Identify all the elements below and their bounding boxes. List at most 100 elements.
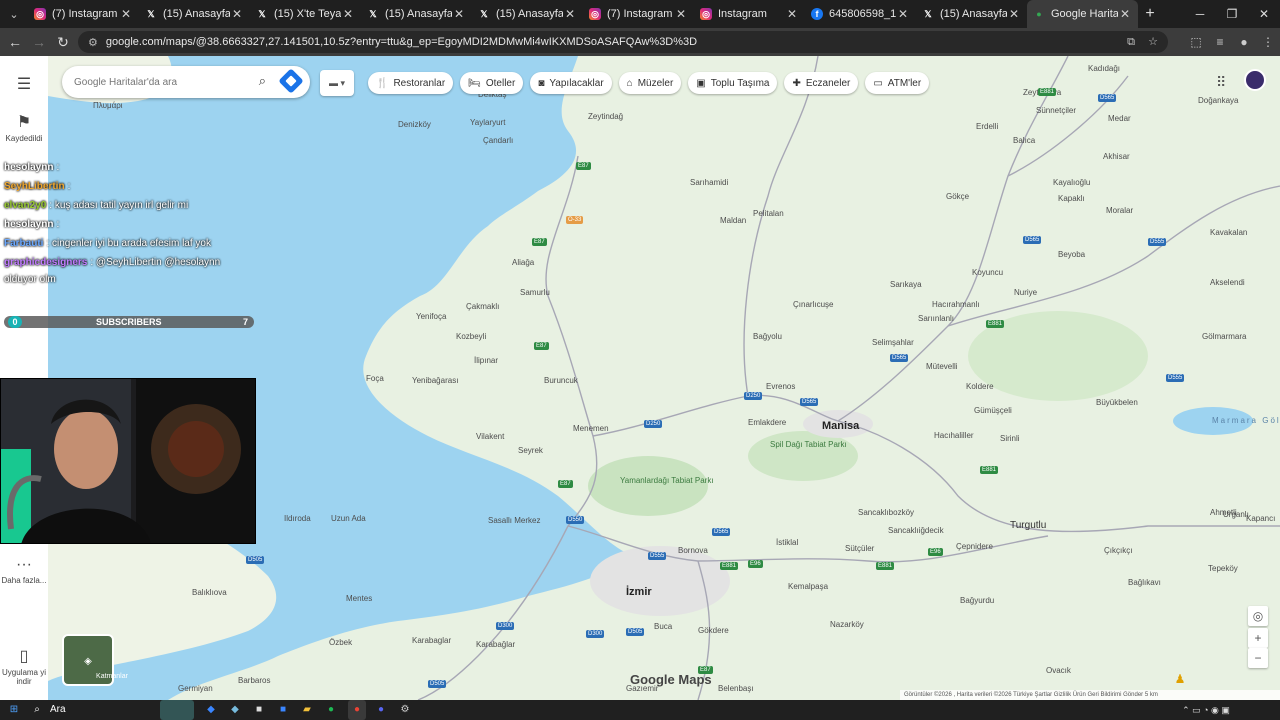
new-tab-button[interactable]: + <box>1138 5 1162 23</box>
tab-3[interactable]: 𝕏 (15) X'te Teyakkuz✕ <box>250 0 361 28</box>
route-options-button[interactable]: ▬ ▾ <box>320 70 354 96</box>
apps-grid-icon[interactable]: ⠿ <box>1216 74 1226 91</box>
chip-museum[interactable]: ⌂ Müzeler <box>618 72 682 94</box>
place-label[interactable]: Evrenos <box>766 382 795 391</box>
place-label[interactable]: Belenbaşı <box>718 684 754 693</box>
place-label[interactable]: Karabağlar <box>476 640 515 649</box>
search-icon[interactable]: ⌕ <box>30 700 44 720</box>
file-explorer-icon[interactable]: ▰ <box>300 700 314 720</box>
place-label[interactable]: Hacıhaliller <box>934 431 974 440</box>
place-label[interactable]: Çıkçıkçı <box>1104 546 1132 555</box>
place-label[interactable]: Nazarköy <box>830 620 864 629</box>
site-info-icon[interactable]: ⚙ <box>88 36 98 49</box>
place-label[interactable]: Sarıkaya <box>890 280 922 289</box>
close-tab-icon[interactable]: ✕ <box>119 7 133 21</box>
directions-icon[interactable] <box>278 68 304 94</box>
extensions-icon[interactable]: ⬚ <box>1184 28 1208 56</box>
place-label[interactable]: Tepeköy <box>1208 564 1238 573</box>
place-label[interactable]: Buca <box>654 622 672 631</box>
pegman-icon[interactable]: ♟ <box>1170 669 1190 689</box>
sidebar-menu-button[interactable]: ☰ <box>0 74 48 96</box>
place-label[interactable]: Sarıhamidi <box>690 178 728 187</box>
place-label[interactable]: Koyuncu <box>972 268 1003 277</box>
place-label[interactable]: Sirinli <box>1000 434 1020 443</box>
taskbar-widget-icon[interactable] <box>160 700 194 720</box>
place-label[interactable]: Sütçüler <box>845 544 874 553</box>
menu-icon[interactable]: ⋮ <box>1256 28 1280 56</box>
place-label[interactable]: Gökdere <box>698 626 729 635</box>
place-label[interactable]: Seyrek <box>518 446 543 455</box>
place-label[interactable]: Çakmaklı <box>466 302 499 311</box>
place-label[interactable]: Akselendi <box>1210 278 1245 287</box>
place-label[interactable]: Buruncuk <box>544 376 578 385</box>
close-tab-icon[interactable]: ✕ <box>452 7 466 21</box>
place-label[interactable]: Gümüşçeli <box>974 406 1012 415</box>
place-label[interactable]: Ildıroda <box>284 514 311 523</box>
tab-4[interactable]: 𝕏 (15) Anasayfa / X✕ <box>361 0 472 28</box>
close-tab-icon[interactable]: ✕ <box>563 7 577 21</box>
taskbar-search-label[interactable]: Ara <box>50 700 80 720</box>
place-label[interactable]: Marmara Gölü <box>1212 416 1280 425</box>
taskbar-app-icon[interactable]: ◆ <box>204 700 218 720</box>
place-label[interactable]: Pelitalan <box>753 209 784 218</box>
zoom-out-button[interactable]: − <box>1248 648 1268 668</box>
media-icon[interactable]: ≡ <box>1208 28 1232 56</box>
place-label[interactable]: Samurlu <box>520 288 550 297</box>
place-label[interactable]: Kapancı <box>1246 514 1275 523</box>
my-location-button[interactable]: ◎ <box>1248 606 1268 626</box>
search-icon[interactable]: ⌕ <box>259 73 266 89</box>
taskbar-app-icon[interactable]: ◆ <box>228 700 242 720</box>
place-label[interactable]: Bağlıkavı <box>1128 578 1161 587</box>
place-label[interactable]: Menemen <box>573 424 609 433</box>
place-label[interactable]: Yamanlardağı Tabiat Parkı <box>620 476 714 485</box>
chip-transit[interactable]: ▣ Toplu Taşıma <box>688 72 778 94</box>
chip-restaurant[interactable]: 🍴 Restoranlar <box>368 72 454 94</box>
install-icon[interactable]: ⧉ <box>1120 31 1142 53</box>
place-label[interactable]: Çandarlı <box>483 136 513 145</box>
forward-button[interactable]: → <box>27 34 51 50</box>
restore-button[interactable]: ❐ <box>1216 0 1248 28</box>
place-label[interactable]: Kavakalan <box>1210 228 1247 237</box>
close-tab-icon[interactable]: ✕ <box>785 7 799 21</box>
tab-9[interactable]: 𝕏 (15) Anasayfa / X✕ <box>916 0 1027 28</box>
profile-icon[interactable]: ● <box>1232 28 1256 56</box>
place-label[interactable]: Sünnetçiler <box>1036 106 1076 115</box>
place-label[interactable]: Beyoba <box>1058 250 1085 259</box>
place-label[interactable]: Uzun Ada <box>331 514 366 523</box>
place-label[interactable]: Emlakdere <box>748 418 786 427</box>
chip-hotel[interactable]: 🛏 Oteller <box>460 72 524 94</box>
place-label[interactable]: İstiklal <box>776 538 798 547</box>
close-window-button[interactable]: ✕ <box>1248 0 1280 28</box>
place-label[interactable]: Barbaros <box>238 676 270 685</box>
place-label[interactable]: Nuriye <box>1014 288 1037 297</box>
place-label[interactable]: Ahmetli <box>1210 508 1237 517</box>
search-input[interactable] <box>74 76 244 88</box>
place-label[interactable]: İzmir <box>626 586 652 598</box>
taskbar-app-icon[interactable]: ⚙ <box>398 700 412 720</box>
place-label[interactable]: Bornova <box>678 546 708 555</box>
place-label[interactable]: Gölmarmara <box>1202 332 1246 341</box>
place-label[interactable]: Sancaklıbozköy <box>858 508 914 517</box>
place-label[interactable]: Sancaklıiğdecik <box>888 526 944 535</box>
close-tab-icon[interactable]: ✕ <box>896 7 910 21</box>
discord-icon[interactable]: ● <box>374 700 388 720</box>
tab-search-button[interactable]: ⌄ <box>0 0 28 28</box>
place-label[interactable]: Akhisar <box>1103 152 1130 161</box>
chip-pharmacy[interactable]: ✚ Eczaneler <box>784 72 859 94</box>
close-tab-icon[interactable]: ✕ <box>230 7 244 21</box>
place-label[interactable]: Kemalpaşa <box>788 582 828 591</box>
minimize-button[interactable]: ─ <box>1184 0 1216 28</box>
reload-button[interactable]: ↻ <box>51 34 75 51</box>
sidebar-item-saved[interactable]: ⚑ Kaydedildi <box>0 112 48 143</box>
zoom-in-button[interactable]: + <box>1248 628 1268 648</box>
place-label[interactable]: Yenifoça <box>416 312 446 321</box>
place-label[interactable]: Hacırahmanlı <box>932 300 980 309</box>
tab-7[interactable]: ◎ Instagram ✕ <box>694 0 805 28</box>
back-button[interactable]: ← <box>3 34 27 50</box>
place-label[interactable]: Çepnidere <box>956 542 993 551</box>
place-label[interactable]: Balıca <box>1013 136 1035 145</box>
taskbar-app-icon[interactable]: ■ <box>276 700 290 720</box>
place-label[interactable]: Bağyurdu <box>960 596 994 605</box>
place-label[interactable]: Vilakent <box>476 432 504 441</box>
place-label[interactable]: Germiyan <box>178 684 213 693</box>
